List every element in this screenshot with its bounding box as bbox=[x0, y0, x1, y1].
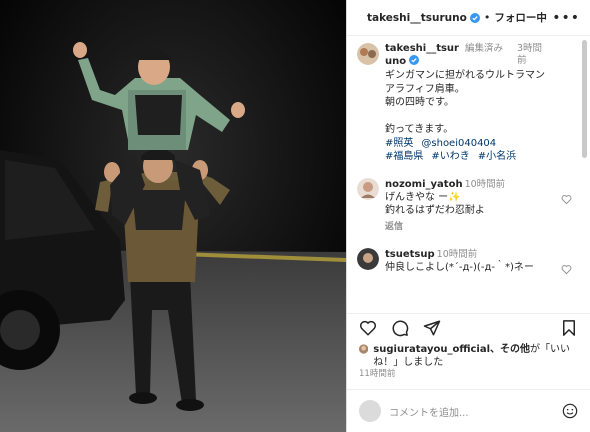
post-header: takeshi__tsuruno • フォロー中 ••• bbox=[347, 0, 590, 36]
add-comment-bar: コメントを追加... bbox=[347, 389, 590, 432]
likes-text[interactable]: sugiuratayou_official、その他が「いいね！」しました bbox=[373, 343, 580, 369]
comment-item: tsuetsup 10時間前 仲良しこよし(*´-д-)(-д-｀*)ネー bbox=[357, 247, 578, 275]
comment-input[interactable]: コメントを追加... bbox=[389, 404, 554, 419]
caption-avatar[interactable] bbox=[357, 43, 379, 65]
comment-time: 10時間前 bbox=[464, 178, 506, 190]
caption-username[interactable]: takeshi__tsuruno bbox=[385, 43, 465, 68]
comment-avatar[interactable] bbox=[357, 177, 379, 200]
header-separator: • bbox=[483, 11, 491, 24]
hashtag-link[interactable]: #福島県 bbox=[385, 151, 423, 162]
reply-button[interactable]: 返信 bbox=[385, 221, 578, 234]
emoji-icon[interactable] bbox=[562, 403, 578, 419]
caption-text: ギンガマンに担がれるウルトラマン アラフィフ肩車。 朝の四時です。 釣ってきます… bbox=[385, 70, 545, 135]
liker-username[interactable]: sugiuratayou_official bbox=[373, 344, 490, 355]
following-button[interactable]: フォロー中 bbox=[494, 10, 547, 25]
comment-text: げんきやな ー✨ bbox=[385, 191, 461, 203]
comment-body: nozomi_yatoh 10時間前 げんきやな ー✨ 釣れるはずだわ忍耐よ 返信 bbox=[385, 178, 578, 234]
comment-body: tsuetsup 10時間前 仲良しこよし(*´-д-)(-д-｀*)ネー bbox=[385, 248, 578, 274]
verified-icon bbox=[469, 12, 480, 23]
likes-summary: sugiuratayou_official、その他が「いいね！」しました bbox=[359, 343, 580, 369]
action-bar bbox=[347, 313, 590, 341]
share-icon[interactable] bbox=[423, 319, 441, 337]
mention-link[interactable]: @shoei040404 bbox=[421, 138, 496, 149]
comment-item: nozomi_yatoh 10時間前 げんきやな ー✨ 釣れるはずだわ忍耐よ 返信 bbox=[357, 177, 578, 234]
more-options-icon[interactable]: ••• bbox=[552, 10, 580, 26]
comments-section: takeshi__tsuruno 編集済み 3時間前 ギンガマンに担がれるウルト… bbox=[347, 37, 590, 313]
comment-like-heart-icon[interactable] bbox=[561, 264, 572, 275]
comment-text: 仲良しこよし(*´-д-)(-д-｀*)ネー bbox=[385, 261, 534, 273]
caption: takeshi__tsuruno 編集済み 3時間前 ギンガマンに担がれるウルト… bbox=[357, 43, 578, 164]
post-side-panel: takeshi__tsuruno • フォロー中 ••• takeshi__ts… bbox=[346, 0, 590, 432]
header-username[interactable]: takeshi__tsuruno bbox=[367, 12, 467, 24]
comment-text: 釣れるはずだわ忍耐よ bbox=[385, 204, 485, 216]
comment-time: 10時間前 bbox=[436, 248, 478, 260]
post-photo[interactable] bbox=[0, 0, 346, 432]
heart-icon[interactable] bbox=[359, 319, 377, 337]
post-time: 11時間前 bbox=[359, 369, 396, 379]
caption-tags-line-1: #照英 @shoei040404 bbox=[385, 137, 578, 151]
caption-header: takeshi__tsuruno 編集済み 3時間前 bbox=[385, 43, 578, 68]
caption-body: takeshi__tsuruno 編集済み 3時間前 ギンガマンに担がれるウルト… bbox=[385, 43, 578, 164]
hashtag-link[interactable]: #小名浜 bbox=[478, 151, 516, 162]
caption-tags-line-2: #福島県 #いわき #小名浜 bbox=[385, 150, 578, 164]
comment-username[interactable]: tsuetsup bbox=[385, 249, 435, 260]
bookmark-icon[interactable] bbox=[560, 319, 578, 337]
likes-others[interactable]: 、その他 bbox=[490, 344, 530, 355]
instagram-post-view: takeshi__tsuruno • フォロー中 ••• takeshi__ts… bbox=[0, 0, 590, 432]
photo-illustration bbox=[0, 0, 346, 432]
comment-icon[interactable] bbox=[391, 319, 409, 337]
comment-username[interactable]: nozomi_yatoh bbox=[385, 179, 463, 190]
edited-label: 編集済み bbox=[465, 43, 504, 54]
liker-avatar[interactable] bbox=[359, 343, 369, 355]
comments-scrollbar[interactable] bbox=[582, 40, 587, 158]
current-user-avatar bbox=[359, 400, 381, 422]
hashtag-link[interactable]: #照英 bbox=[385, 138, 413, 149]
caption-time: 3時間前 bbox=[517, 43, 543, 66]
comment-avatar[interactable] bbox=[357, 247, 379, 270]
hashtag-link[interactable]: #いわき bbox=[431, 151, 469, 162]
verified-icon bbox=[409, 55, 420, 65]
comment-like-heart-icon[interactable] bbox=[561, 194, 572, 205]
